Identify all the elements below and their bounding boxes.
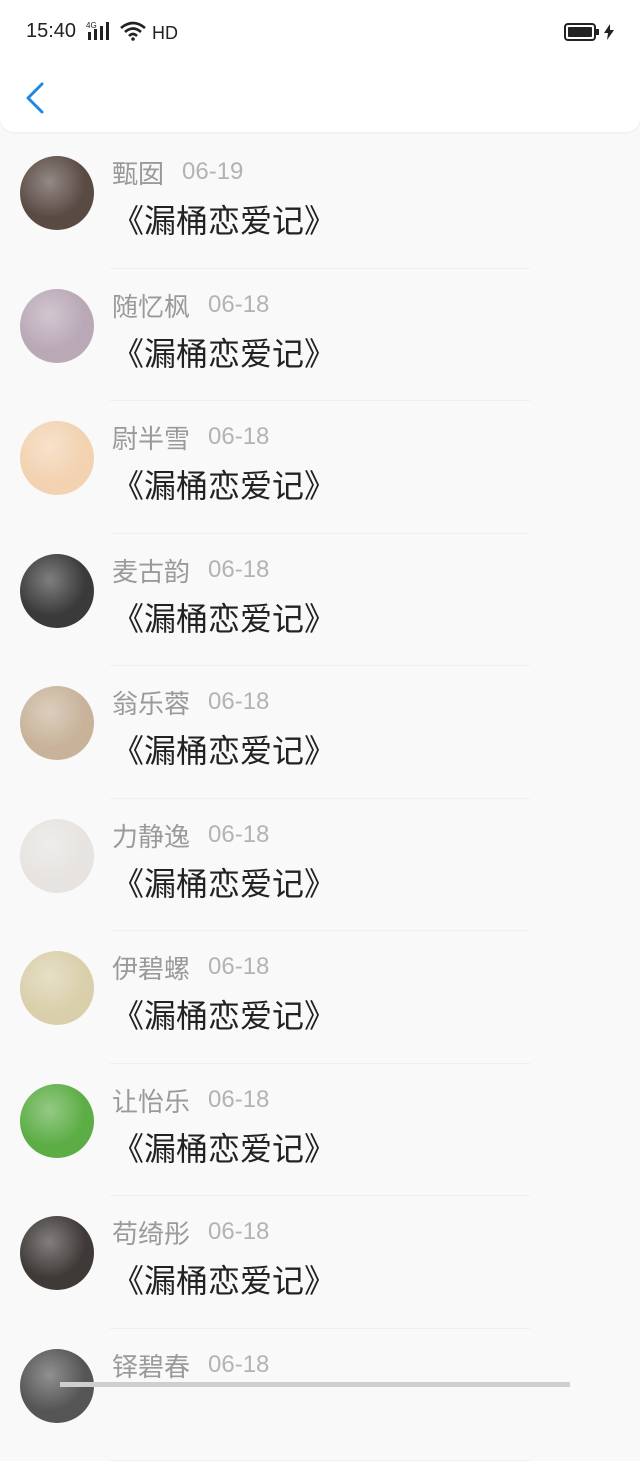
- list-item[interactable]: 麦古韵 06-18 《漏桶恋爱记》: [0, 534, 640, 667]
- post-date: 06-19: [182, 158, 243, 186]
- signal-icon: 4G: [86, 20, 114, 46]
- author-name: 力静逸: [112, 817, 190, 854]
- post-date: 06-18: [208, 688, 269, 716]
- avatar[interactable]: [20, 1084, 94, 1158]
- item-title: 《漏桶恋爱记》: [112, 594, 336, 640]
- avatar[interactable]: [20, 686, 94, 760]
- status-icons: 4G HD: [86, 20, 178, 46]
- item-title: 《漏桶恋爱记》: [112, 329, 336, 375]
- item-title: 《漏桶恋爱记》: [112, 726, 336, 772]
- avatar[interactable]: [20, 421, 94, 495]
- item-title: 《漏桶恋爱记》: [112, 1124, 336, 1170]
- post-date: 06-18: [208, 953, 269, 981]
- avatar[interactable]: [20, 819, 94, 893]
- list-item[interactable]: 翁乐蓉 06-18 《漏桶恋爱记》: [0, 666, 640, 799]
- home-indicator: [60, 1382, 570, 1387]
- list-item[interactable]: 苟绮彤 06-18 《漏桶恋爱记》: [0, 1196, 640, 1329]
- network-type-label: 4G: [86, 21, 97, 30]
- author-name: 麦古韵: [112, 552, 190, 589]
- item-title: 《漏桶恋爱记》: [112, 196, 336, 242]
- battery-icon: [564, 22, 614, 42]
- post-date: 06-18: [208, 1351, 269, 1379]
- post-date: 06-18: [208, 423, 269, 451]
- avatar[interactable]: [20, 1216, 94, 1290]
- post-date: 06-18: [208, 291, 269, 319]
- post-date: 06-18: [208, 1086, 269, 1114]
- list-item[interactable]: 尉半雪 06-18 《漏桶恋爱记》: [0, 401, 640, 534]
- author-name: 苟绮彤: [112, 1214, 190, 1251]
- item-title: 《漏桶恋爱记》: [112, 991, 336, 1037]
- item-title: 《漏桶恋爱记》: [112, 859, 336, 905]
- author-name: 铎碧春: [112, 1347, 190, 1384]
- list-item[interactable]: 伊碧螺 06-18 《漏桶恋爱记》: [0, 931, 640, 1064]
- list-item[interactable]: 铎碧春 06-18: [0, 1329, 640, 1461]
- avatar[interactable]: [20, 156, 94, 230]
- back-button[interactable]: [20, 80, 52, 116]
- post-date: 06-18: [208, 821, 269, 849]
- item-title: 《漏桶恋爱记》: [112, 1256, 336, 1302]
- top-bar: [0, 64, 640, 132]
- list-item[interactable]: 甄囡 06-19 《漏桶恋爱记》: [0, 136, 640, 269]
- list-item[interactable]: 力静逸 06-18 《漏桶恋爱记》: [0, 799, 640, 932]
- wifi-icon: [120, 21, 146, 45]
- author-name: 翁乐蓉: [112, 684, 190, 721]
- author-name: 让怡乐: [112, 1082, 190, 1119]
- hd-badge: HD: [152, 23, 178, 44]
- author-name: 尉半雪: [112, 419, 190, 456]
- post-date: 06-18: [208, 556, 269, 584]
- post-date: 06-18: [208, 1218, 269, 1246]
- author-name: 伊碧螺: [112, 949, 190, 986]
- list-item[interactable]: 随忆枫 06-18 《漏桶恋爱记》: [0, 269, 640, 402]
- charging-icon: [604, 24, 614, 40]
- avatar[interactable]: [20, 554, 94, 628]
- status-bar: 15:40 4G HD: [0, 0, 640, 64]
- author-name: 随忆枫: [112, 287, 190, 324]
- message-list: 甄囡06-19《漏桶恋爱记》随忆枫06-18《漏桶恋爱记》尉半雪06-18《漏桶…: [0, 136, 640, 1461]
- author-name: 甄囡: [112, 154, 164, 191]
- list-item[interactable]: 让怡乐 06-18 《漏桶恋爱记》: [0, 1064, 640, 1197]
- status-time: 15:40: [26, 20, 76, 43]
- avatar[interactable]: [20, 289, 94, 363]
- item-title: 《漏桶恋爱记》: [112, 461, 336, 507]
- avatar[interactable]: [20, 951, 94, 1025]
- chevron-left-icon: [20, 80, 52, 116]
